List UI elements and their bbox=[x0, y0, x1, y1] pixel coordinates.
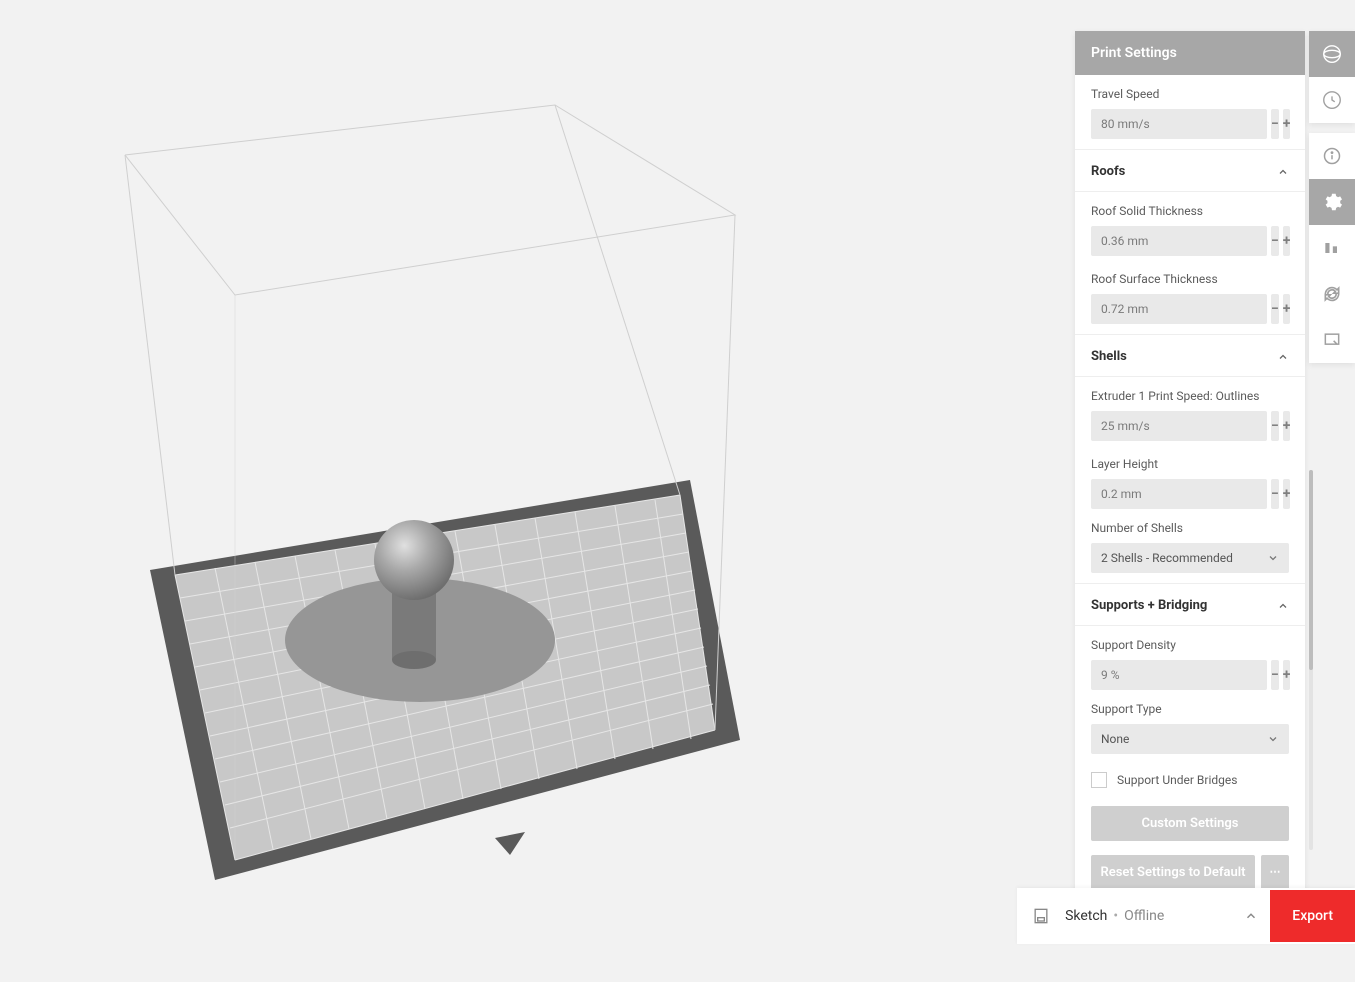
travel-speed-minus[interactable]: − bbox=[1271, 109, 1279, 139]
rail-settings-gear-icon[interactable] bbox=[1309, 179, 1355, 225]
roof-surface-input[interactable] bbox=[1091, 294, 1267, 324]
status-bar: Sketch • Offline Export bbox=[1017, 888, 1355, 944]
panel-body: Travel Speed − + Roofs Roof Solid Thickn… bbox=[1075, 75, 1305, 906]
num-shells-value: 2 Shells - Recommended bbox=[1101, 551, 1233, 565]
panel-title: Print Settings bbox=[1075, 31, 1305, 75]
chevron-up-icon bbox=[1277, 166, 1289, 178]
rail-arrange-icon[interactable] bbox=[1309, 225, 1355, 271]
section-roofs[interactable]: Roofs bbox=[1075, 149, 1305, 192]
roof-solid-plus[interactable]: + bbox=[1283, 226, 1291, 256]
num-shells-select[interactable]: 2 Shells - Recommended bbox=[1091, 543, 1289, 573]
support-density-plus[interactable]: + bbox=[1283, 660, 1291, 690]
rail-info-icon[interactable] bbox=[1309, 133, 1355, 179]
printer-icon bbox=[1031, 906, 1051, 926]
device-name: Sketch bbox=[1065, 908, 1107, 924]
right-rail bbox=[1309, 31, 1355, 373]
chevron-up-icon bbox=[1244, 909, 1258, 923]
panel-scrollbar[interactable] bbox=[1309, 470, 1313, 850]
outline-speed-minus[interactable]: − bbox=[1271, 411, 1279, 441]
section-supports[interactable]: Supports + Bridging bbox=[1075, 583, 1305, 626]
chevron-up-icon bbox=[1277, 600, 1289, 612]
support-under-bridges-label: Support Under Bridges bbox=[1117, 773, 1237, 787]
reset-more-button[interactable]: ⋯ bbox=[1261, 855, 1289, 890]
separator-dot: • bbox=[1113, 908, 1118, 924]
chevron-down-icon bbox=[1267, 552, 1279, 564]
rail-view-time-icon[interactable] bbox=[1309, 77, 1355, 123]
roof-surface-minus[interactable]: − bbox=[1271, 294, 1279, 324]
section-shells-title: Shells bbox=[1091, 349, 1127, 364]
rail-refresh-icon[interactable] bbox=[1309, 271, 1355, 317]
outline-speed-label: Extruder 1 Print Speed: Outlines bbox=[1091, 389, 1289, 403]
section-roofs-title: Roofs bbox=[1091, 164, 1125, 179]
travel-speed-input[interactable] bbox=[1091, 109, 1267, 139]
chevron-up-icon bbox=[1277, 351, 1289, 363]
layer-height-label: Layer Height bbox=[1091, 457, 1289, 471]
reset-defaults-button[interactable]: Reset Settings to Default bbox=[1091, 855, 1255, 890]
support-type-value: None bbox=[1101, 732, 1129, 746]
layer-height-minus[interactable]: − bbox=[1271, 479, 1279, 509]
travel-speed-plus[interactable]: + bbox=[1283, 109, 1291, 139]
section-supports-title: Supports + Bridging bbox=[1091, 598, 1207, 613]
export-button[interactable]: Export bbox=[1270, 890, 1355, 942]
rail-view-sphere-icon[interactable] bbox=[1309, 31, 1355, 77]
scroll-thumb[interactable] bbox=[1309, 470, 1313, 670]
support-density-label: Support Density bbox=[1091, 638, 1289, 652]
rail-screen-icon[interactable] bbox=[1309, 317, 1355, 363]
roof-surface-label: Roof Surface Thickness bbox=[1091, 272, 1289, 286]
support-density-minus[interactable]: − bbox=[1271, 660, 1279, 690]
outline-speed-input[interactable] bbox=[1091, 411, 1267, 441]
roof-solid-input[interactable] bbox=[1091, 226, 1267, 256]
statusbar-expand[interactable] bbox=[1244, 909, 1258, 923]
section-shells[interactable]: Shells bbox=[1075, 334, 1305, 377]
chevron-down-icon bbox=[1267, 733, 1279, 745]
layer-height-input[interactable] bbox=[1091, 479, 1267, 509]
print-settings-panel: Print Settings Travel Speed − + Roofs Ro… bbox=[1075, 31, 1305, 906]
roof-solid-minus[interactable]: − bbox=[1271, 226, 1279, 256]
device-status: Offline bbox=[1124, 908, 1164, 924]
num-shells-label: Number of Shells bbox=[1091, 521, 1289, 535]
support-under-bridges-checkbox[interactable] bbox=[1091, 772, 1107, 788]
support-density-input[interactable] bbox=[1091, 660, 1267, 690]
layer-height-plus[interactable]: + bbox=[1283, 479, 1291, 509]
custom-settings-button[interactable]: Custom Settings bbox=[1091, 806, 1289, 841]
roof-solid-label: Roof Solid Thickness bbox=[1091, 204, 1289, 218]
outline-speed-plus[interactable]: + bbox=[1283, 411, 1291, 441]
travel-speed-label: Travel Speed bbox=[1091, 87, 1289, 101]
support-type-label: Support Type bbox=[1091, 702, 1289, 716]
roof-surface-plus[interactable]: + bbox=[1283, 294, 1291, 324]
support-type-select[interactable]: None bbox=[1091, 724, 1289, 754]
